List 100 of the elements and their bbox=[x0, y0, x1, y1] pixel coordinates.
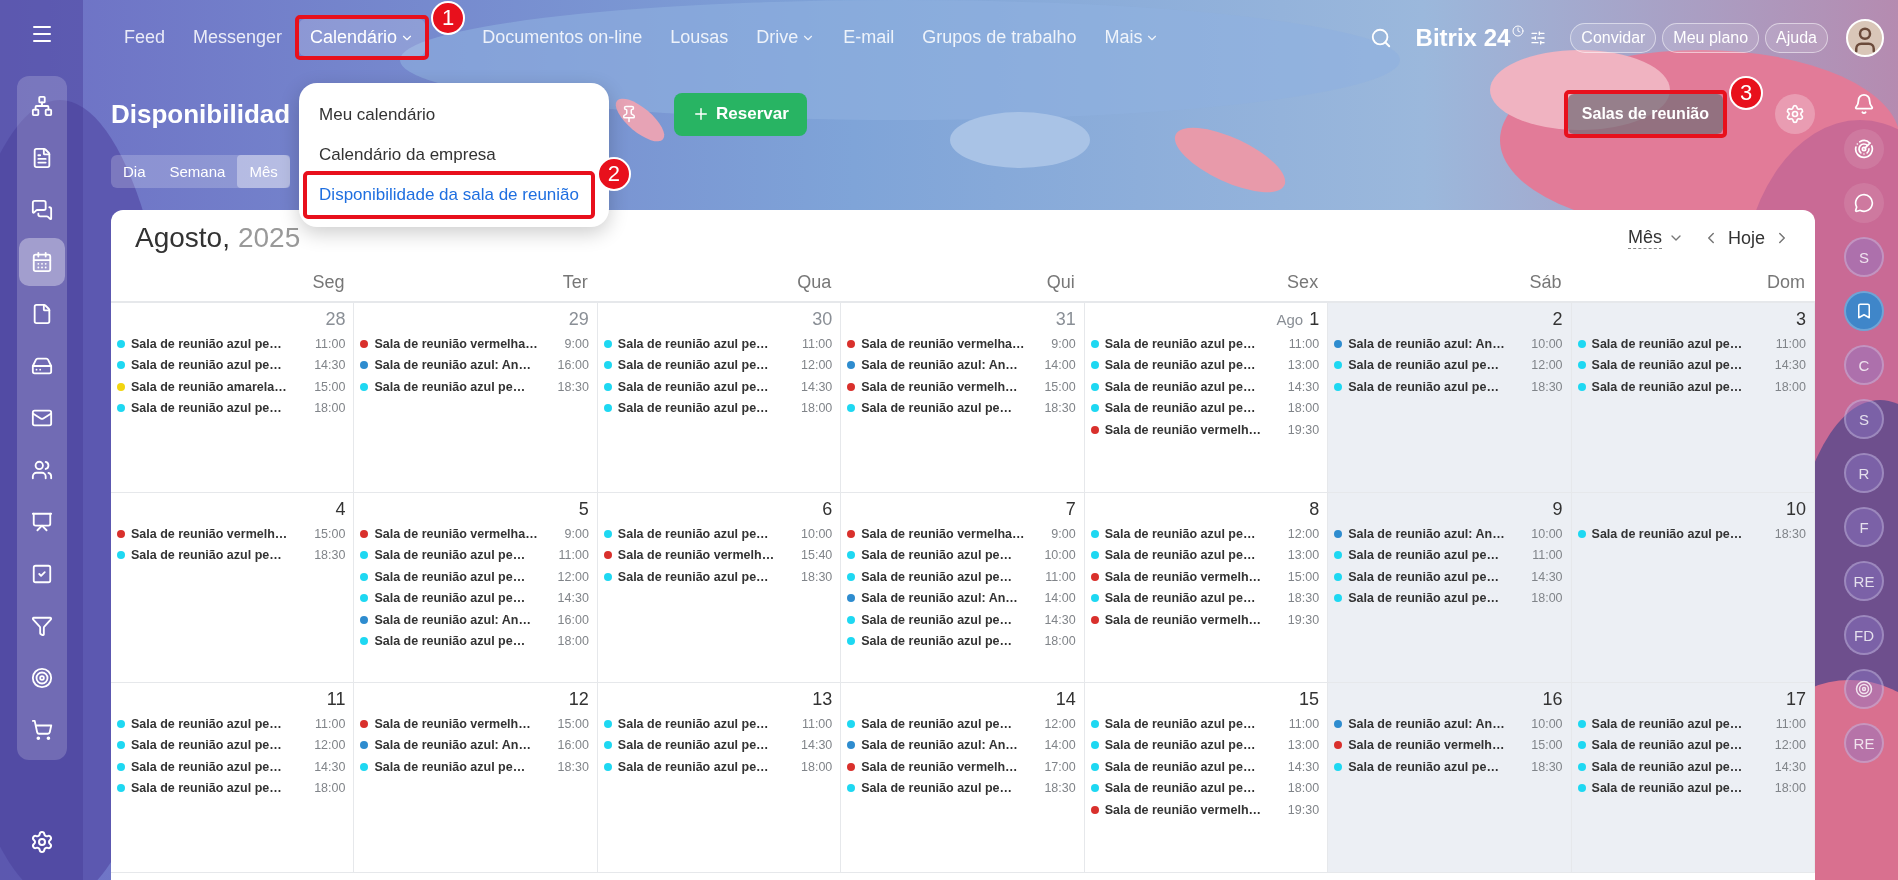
event-title[interactable]: Sala de reunião azul pe… bbox=[131, 548, 282, 563]
event-title[interactable]: Sala de reunião azul pe… bbox=[131, 401, 282, 416]
day-cell[interactable]: 31 Sala de reunião vermelha… 9:00 Sala de reunião azul: An… 14:00 Sala de reunião vermelh… 15:00 Sala de reunião azul pe… 18:30 bbox=[841, 303, 1085, 493]
event-title[interactable]: Sala de reunião azul pe… bbox=[861, 569, 1013, 584]
event-title[interactable]: Sala de reunião azul pe… bbox=[1591, 738, 1743, 753]
event-title[interactable]: Sala de reunião azul pe… bbox=[374, 591, 526, 606]
day-cell[interactable]: 17 Sala de reunião azul pe… 11:00 Sala de reunião azul pe… 12:00 Sala de reunião azul pe… 14:30 Sala de reunião azul pe… 18:00 bbox=[1571, 683, 1815, 873]
event-title[interactable]: Sala de reunião azul pe… bbox=[131, 759, 282, 774]
event-title[interactable]: Sala de reunião azul pe… bbox=[1591, 716, 1743, 731]
day-cell[interactable]: 29 Sala de reunião vermelha… 9:00 Sala de reunião azul: An… 16:00 Sala de reunião azul pe… 18:30 bbox=[354, 303, 598, 493]
day-cell[interactable]: 6 Sala de reunião azul pe… 10:00 Sala de reunião vermelh… 15:40 Sala de reunião azul pe… 18:30 bbox=[597, 493, 842, 683]
event-title[interactable]: Sala de reunião vermelh… bbox=[861, 379, 1018, 394]
event-title[interactable]: Sala de reunião vermelh… bbox=[1104, 802, 1261, 817]
event-title[interactable]: Sala de reunião azul: An… bbox=[1348, 526, 1505, 541]
event-title[interactable]: Sala de reunião azul pe… bbox=[1591, 759, 1743, 774]
event-title[interactable]: Sala de reunião azul: An… bbox=[374, 358, 531, 373]
event-title[interactable]: Sala de reunião azul pe… bbox=[374, 634, 526, 649]
event-title[interactable]: Sala de reunião azul pe… bbox=[617, 526, 769, 541]
contact-avatar[interactable]: R bbox=[1844, 453, 1884, 493]
event-title[interactable]: Sala de reunião azul pe… bbox=[374, 548, 526, 563]
event-title[interactable]: Sala de reunião azul pe… bbox=[861, 401, 1013, 416]
day-cell[interactable]: 16 Sala de reunião azul: An… 10:00 Sala de reunião vermelh… 15:00 Sala de reunião azul pe… 18:30 bbox=[1328, 683, 1572, 873]
day-cell[interactable]: 13 Sala de reunião azul pe… 11:00 Sala de reunião azul pe… 14:30 Sala de reunião azul pe… 18:00 bbox=[597, 683, 842, 873]
event-title[interactable]: Sala de reunião azul pe… bbox=[1104, 781, 1256, 796]
event-title[interactable]: Sala de reunião azul pe… bbox=[1591, 336, 1743, 351]
menu-item[interactable]: Meu calendário bbox=[307, 95, 602, 135]
event-title[interactable]: Sala de reunião azul pe… bbox=[131, 358, 282, 373]
event-title[interactable]: Sala de reunião azul pe… bbox=[1591, 379, 1743, 394]
event-title[interactable]: Sala de reunião azul pe… bbox=[1591, 526, 1743, 541]
event-title[interactable]: Sala de reunião azul pe… bbox=[1104, 358, 1256, 373]
day-cell[interactable]: Ago 1 Sala de reunião azul pe… 11:00 Sala de reunião azul pe… 13:00 Sala de reunião azul pe… 14:30 Sala de reunião azul pe… 18:00 Sala de reunião vermelh… 19:30 bbox=[1084, 303, 1329, 493]
day-cell[interactable]: 14 Sala de reunião azul pe… 12:00 Sala de reunião azul: An… 14:00 Sala de reunião vermelh… 17:00 Sala de reunião azul pe… 18:30 bbox=[841, 683, 1085, 873]
event-title[interactable]: Sala de reunião azul pe… bbox=[1348, 759, 1499, 774]
event-title[interactable]: Sala de reunião vermelh… bbox=[1104, 612, 1261, 627]
event-title[interactable]: Sala de reunião azul pe… bbox=[617, 716, 769, 731]
event-title[interactable]: Sala de reunião azul pe… bbox=[1104, 379, 1256, 394]
day-cell[interactable]: 7 Sala de reunião vermelha… 9:00 Sala de reunião azul pe… 10:00 Sala de reunião azul pe… 11:00 Sala de reunião azul: An… 14:00 Sala de reunião azul pe… 14:30 Sala de reunião azul pe… 18:00 bbox=[841, 493, 1085, 683]
event-title[interactable]: Sala de reunião azul pe… bbox=[1104, 548, 1256, 563]
event-title[interactable]: Sala de reunião azul pe… bbox=[1348, 379, 1499, 394]
event-title[interactable]: Sala de reunião vermelh… bbox=[861, 759, 1018, 774]
event-title[interactable]: Sala de reunião azul pe… bbox=[1591, 358, 1743, 373]
contact-avatar[interactable]: F bbox=[1844, 507, 1884, 547]
event-title[interactable]: Sala de reunião vermelha… bbox=[861, 336, 1025, 351]
event-title[interactable]: Sala de reunião azul pe… bbox=[131, 716, 282, 731]
day-cell[interactable]: 2 Sala de reunião azul: An… 10:00 Sala de reunião azul pe… 12:00 Sala de reunião azul pe… 18:30 bbox=[1328, 303, 1572, 493]
event-title[interactable]: Sala de reunião azul: An… bbox=[861, 738, 1018, 753]
event-title[interactable]: Sala de reunião azul pe… bbox=[861, 781, 1013, 796]
day-cell[interactable]: 28 Sala de reunião azul pe… 11:00 Sala de reunião azul pe… 14:30 Sala de reunião amarela… 15:00 Sala de reunião azul pe… 18:00 bbox=[111, 303, 355, 493]
event-title[interactable]: Sala de reunião azul pe… bbox=[1104, 716, 1256, 731]
event-title[interactable]: Sala de reunião azul pe… bbox=[617, 759, 769, 774]
event-title[interactable]: Sala de reunião azul pe… bbox=[617, 358, 769, 373]
event-title[interactable]: Sala de reunião azul pe… bbox=[1104, 738, 1256, 753]
day-cell[interactable]: 15 Sala de reunião azul pe… 11:00 Sala de reunião azul pe… 13:00 Sala de reunião azul pe… 14:30 Sala de reunião azul pe… 18:00 Sala de reunião vermelh… 19:30 bbox=[1084, 683, 1329, 873]
event-title[interactable]: Sala de reunião azul pe… bbox=[617, 336, 769, 351]
day-cell[interactable]: 10 Sala de reunião azul pe… 18:30 bbox=[1571, 493, 1815, 683]
event-title[interactable]: Sala de reunião vermelh… bbox=[617, 548, 775, 563]
event-title[interactable]: Sala de reunião vermelh… bbox=[1104, 569, 1261, 584]
rooms-button[interactable]: Salas de reunião bbox=[1567, 94, 1723, 134]
event-title[interactable]: Sala de reunião azul pe… bbox=[861, 716, 1013, 731]
event-title[interactable]: Sala de reunião azul: An… bbox=[861, 591, 1018, 606]
event-title[interactable]: Sala de reunião azul pe… bbox=[131, 336, 282, 351]
view-select[interactable]: Mês bbox=[1627, 227, 1662, 249]
menu-item[interactable]: Disponibilidade da sala de reunião bbox=[307, 175, 591, 215]
event-title[interactable]: Sala de reunião azul pe… bbox=[1104, 401, 1256, 416]
event-title[interactable]: Sala de reunião azul pe… bbox=[1348, 358, 1499, 373]
event-title[interactable]: Sala de reunião azul pe… bbox=[1104, 591, 1256, 606]
event-title[interactable]: Sala de reunião azul pe… bbox=[617, 401, 769, 416]
day-cell[interactable]: 12 Sala de reunião vermelh… 15:00 Sala de reunião azul: An… 16:00 Sala de reunião azul pe… 18:30 bbox=[354, 683, 598, 873]
event-title[interactable]: Sala de reunião azul: An… bbox=[861, 358, 1018, 373]
event-title[interactable]: Sala de reunião azul pe… bbox=[1104, 336, 1256, 351]
event-title[interactable]: Sala de reunião azul pe… bbox=[617, 738, 769, 753]
event-title[interactable]: Sala de reunião azul pe… bbox=[131, 781, 282, 796]
day-cell[interactable]: 4 Sala de reunião vermelh… 15:00 Sala de reunião azul pe… 18:30 bbox=[111, 493, 355, 683]
event-title[interactable]: Sala de reunião vermelha… bbox=[374, 336, 538, 351]
event-title[interactable]: Sala de reunião azul pe… bbox=[374, 569, 526, 584]
event-title[interactable]: Sala de reunião azul pe… bbox=[1104, 759, 1256, 774]
event-title[interactable]: Sala de reunião azul pe… bbox=[1591, 781, 1743, 796]
event-title[interactable]: Sala de reunião vermelha… bbox=[374, 526, 538, 541]
contact-avatar[interactable]: S bbox=[1844, 399, 1884, 439]
event-title[interactable]: Sala de reunião azul pe… bbox=[617, 379, 769, 394]
event-title[interactable]: Sala de reunião azul pe… bbox=[1348, 569, 1499, 584]
today-button[interactable]: Hoje bbox=[1727, 227, 1765, 249]
event-title[interactable]: Sala de reunião azul pe… bbox=[861, 634, 1013, 649]
day-cell[interactable]: 8 Sala de reunião azul pe… 12:00 Sala de reunião azul pe… 13:00 Sala de reunião vermelh… 15:00 Sala de reunião azul pe… 18:30 Sala de reunião vermelh… 19:30 bbox=[1084, 493, 1329, 683]
event-title[interactable]: Sala de reunião vermelh… bbox=[131, 526, 288, 541]
event-title[interactable]: Sala de reunião azul pe… bbox=[861, 612, 1013, 627]
event-title[interactable]: Sala de reunião vermelh… bbox=[1348, 738, 1505, 753]
event-title[interactable]: Sala de reunião amarela… bbox=[131, 379, 287, 394]
contact-avatar[interactable]: RE bbox=[1844, 561, 1884, 601]
event-title[interactable]: Sala de reunião azul: An… bbox=[1348, 336, 1505, 351]
event-title[interactable]: Sala de reunião azul pe… bbox=[617, 569, 769, 584]
event-title[interactable]: Sala de reunião vermelh… bbox=[374, 716, 531, 731]
event-title[interactable]: Sala de reunião azul: An… bbox=[374, 612, 531, 627]
event-title[interactable]: Sala de reunião vermelh… bbox=[1104, 422, 1261, 437]
event-title[interactable]: Sala de reunião azul pe… bbox=[1104, 526, 1256, 541]
event-title[interactable]: Sala de reunião vermelha… bbox=[861, 526, 1025, 541]
contact-avatar[interactable]: FD bbox=[1844, 615, 1884, 655]
event-title[interactable]: Sala de reunião azul pe… bbox=[1348, 548, 1499, 563]
day-cell[interactable]: 3 Sala de reunião azul pe… 11:00 Sala de reunião azul pe… 14:30 Sala de reunião azul pe… 18:00 bbox=[1571, 303, 1815, 493]
day-cell[interactable]: 11 Sala de reunião azul pe… 11:00 Sala de reunião azul pe… 12:00 Sala de reunião azul pe… 14:30 Sala de reunião azul pe… 18:00 bbox=[111, 683, 355, 873]
